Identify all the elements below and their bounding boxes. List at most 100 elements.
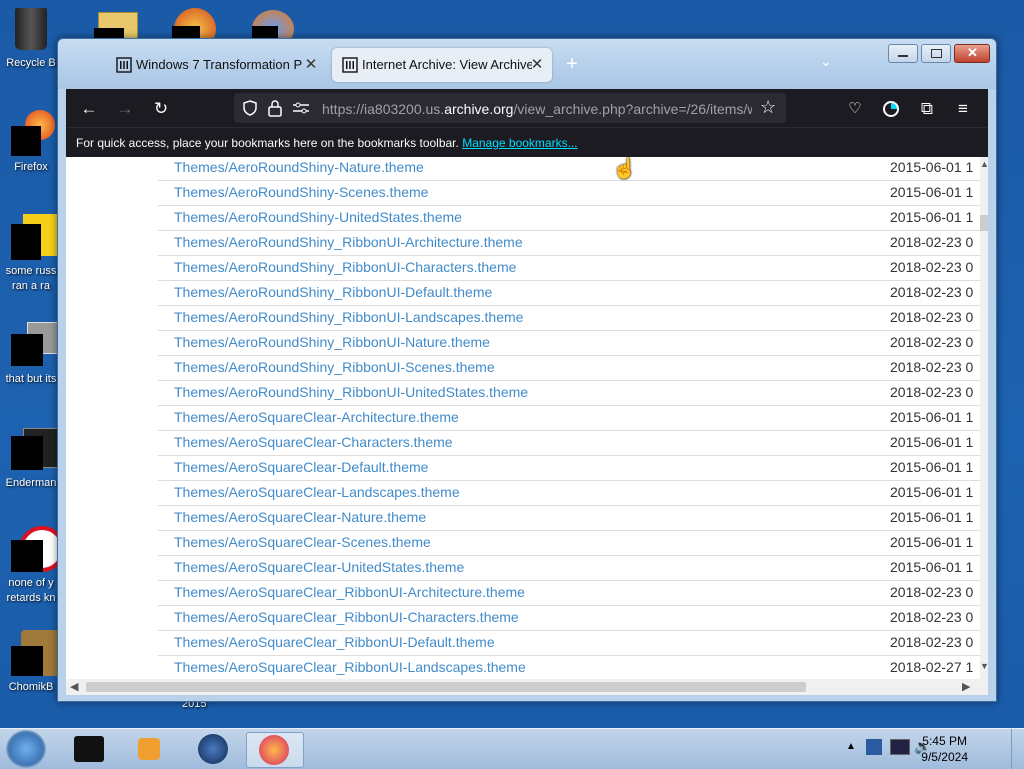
file-link[interactable]: Themes/AeroSquareClear_RibbonUI-Landscap… [174, 659, 526, 675]
file-link[interactable]: Themes/AeroRoundShiny_RibbonUI-Scenes.th… [174, 359, 495, 375]
scroll-right-icon[interactable]: ▶ [962, 680, 970, 693]
file-date: 2015-06-01 1 [890, 534, 974, 550]
table-row: Themes/AeroSquareClear-UnitedStates.them… [158, 555, 980, 581]
desktop-icon-label: Recycle B [6, 57, 56, 69]
windows-stack-icon[interactable]: that but its [0, 322, 65, 387]
file-link[interactable]: Themes/AeroRoundShiny-Scenes.theme [174, 184, 428, 200]
firefox-desktop-icon[interactable]: Firefox [0, 110, 62, 175]
tab-label: Windows 7 Transformation Pack [136, 57, 302, 72]
lock-icon[interactable] [268, 99, 282, 117]
scroll-left-icon[interactable]: ◀ [70, 680, 78, 693]
new-tab-button[interactable]: + [566, 53, 578, 76]
globe-icon[interactable] [186, 732, 242, 766]
taskbar-app-icon[interactable] [64, 732, 120, 766]
table-row: Themes/AeroSquareClear_RibbonUI-Architec… [158, 580, 980, 606]
close-tab-icon[interactable]: ✕ [302, 55, 320, 73]
file-link[interactable]: Themes/AeroRoundShiny_RibbonUI-Landscape… [174, 309, 523, 325]
desktop-icon-label: Enderman [5, 477, 57, 489]
file-link[interactable]: Themes/AeroRoundShiny_RibbonUI-Architect… [174, 234, 523, 250]
file-link[interactable]: Themes/AeroRoundShiny-UnitedStates.theme [174, 209, 462, 225]
menu-icon[interactable]: ≡ [952, 98, 974, 120]
table-row: Themes/AeroRoundShiny-UnitedStates.theme… [158, 205, 980, 231]
pocket-icon[interactable]: ♡ [844, 98, 866, 120]
file-date: 2018-02-23 0 [890, 609, 974, 625]
file-link[interactable]: Themes/AeroSquareClear-Default.theme [174, 459, 428, 475]
display-icon[interactable] [890, 739, 910, 755]
file-link[interactable]: Themes/AeroSquareClear-UnitedStates.them… [174, 559, 464, 575]
system-clock[interactable]: 5:45 PM 9/5/2024 [921, 733, 968, 765]
file-link[interactable]: Themes/AeroRoundShiny_RibbonUI-Character… [174, 259, 516, 275]
show-desktop-button[interactable] [1011, 729, 1024, 769]
table-row: Themes/AeroSquareClear-Characters.theme 2… [158, 430, 980, 456]
internet-archive-icon [342, 57, 358, 73]
close-window-button[interactable]: ✕ [954, 44, 990, 63]
extensions-icon[interactable]: ⧉ [916, 98, 938, 120]
file-link[interactable]: Themes/AeroRoundShiny_RibbonUI-Nature.th… [174, 334, 490, 350]
tab-windows7-transformation[interactable]: Windows 7 Transformation Pack ✕ [106, 48, 322, 82]
list-all-tabs-icon[interactable]: ⌄ [820, 53, 832, 70]
table-row: Themes/AeroSquareClear_RibbonUI-Landscap… [158, 655, 980, 679]
scroll-down-icon[interactable]: ▼ [980, 661, 989, 671]
maximize-button[interactable] [921, 44, 951, 63]
permissions-icon[interactable] [292, 101, 310, 115]
close-tab-icon[interactable]: ✕ [528, 55, 546, 73]
file-link[interactable]: Themes/AeroSquareClear_RibbonUI-Default.… [174, 634, 495, 650]
table-row: Themes/AeroRoundShiny_RibbonUI-Architect… [158, 230, 980, 256]
table-row: Themes/AeroRoundShiny-Scenes.theme 2015-0… [158, 180, 980, 206]
desktop-icon-label: some russ [5, 265, 57, 277]
desktop-icon-label: retards kn [6, 592, 56, 604]
account-icon[interactable] [880, 98, 902, 120]
forward-arrow-icon[interactable]: → [114, 98, 136, 120]
horizontal-scrollbar[interactable]: ◀ ▶ [66, 679, 988, 695]
table-row: Themes/AeroRoundShiny_RibbonUI-Landscape… [158, 305, 980, 331]
file-link[interactable]: Themes/AeroRoundShiny_RibbonUI-UnitedSta… [174, 384, 528, 400]
bookmarks-hint: For quick access, place your bookmarks h… [76, 136, 459, 150]
table-row: Themes/AeroSquareClear-Landscapes.theme 2… [158, 480, 980, 506]
file-link[interactable]: Themes/AeroSquareClear-Architecture.them… [174, 409, 459, 425]
start-button[interactable] [6, 730, 46, 768]
chomikbox-icon[interactable]: ChomikB [0, 630, 67, 695]
table-row: Themes/AeroRoundShiny_RibbonUI-Character… [158, 255, 980, 281]
horizontal-scroll-thumb[interactable] [86, 682, 806, 692]
vertical-scrollbar[interactable]: ▲ ▼ [980, 157, 989, 679]
clock-time: 5:45 PM [922, 734, 967, 748]
table-row: Themes/AeroRoundShiny_RibbonUI-Scenes.th… [158, 355, 980, 381]
file-link[interactable]: Themes/AeroRoundShiny_RibbonUI-Default.t… [174, 284, 492, 300]
terminal-icon[interactable]: Enderman [0, 426, 69, 491]
table-row: Themes/AeroSquareClear-Default.theme 2015… [158, 455, 980, 481]
url-text[interactable]: https://ia803200.us.archive.org/view_arc… [322, 101, 752, 117]
desktop-icon-label: Firefox [14, 161, 48, 173]
recycle-bin-icon[interactable]: Recycle B [0, 6, 62, 71]
opera-icon[interactable]: none of y retards kn [0, 526, 65, 606]
file-link[interactable]: Themes/AeroSquareClear-Scenes.theme [174, 534, 431, 550]
back-arrow-icon[interactable]: ← [78, 98, 100, 120]
desktop-icon-label: none of y [8, 577, 54, 589]
url-prefix: https://ia803200.us. [322, 101, 445, 117]
document-icon[interactable]: some russ ran a ra [0, 214, 65, 294]
file-link[interactable]: Themes/AeroSquareClear-Nature.theme [174, 509, 426, 525]
minimize-button[interactable] [888, 44, 918, 63]
file-date: 2015-06-01 1 [890, 509, 974, 525]
file-date: 2018-02-23 0 [890, 334, 974, 350]
url-path: /view_archive.php?archive=/26/items/w [513, 101, 752, 117]
reload-icon[interactable]: ↻ [150, 98, 172, 120]
file-link[interactable]: Themes/AeroSquareClear_RibbonUI-Architec… [174, 584, 525, 600]
file-link[interactable]: Themes/AeroSquareClear_RibbonUI-Characte… [174, 609, 519, 625]
tab-internet-archive[interactable]: Internet Archive: View Archive ✕ [332, 48, 552, 82]
file-link[interactable]: Themes/AeroSquareClear-Landscapes.theme [174, 484, 460, 500]
network-icon[interactable] [866, 739, 882, 755]
file-link[interactable]: Themes/AeroSquareClear-Characters.theme [174, 434, 453, 450]
show-hidden-icons[interactable]: ▲ [846, 741, 856, 752]
table-row: Themes/AeroRoundShiny_RibbonUI-Nature.th… [158, 330, 980, 356]
url-bar[interactable]: https://ia803200.us.archive.org/view_arc… [234, 93, 786, 123]
file-link[interactable]: Themes/AeroRoundShiny-Nature.theme [174, 159, 424, 175]
shield-icon[interactable] [242, 100, 258, 116]
file-date: 2015-06-01 1 [890, 184, 974, 200]
media-player-icon[interactable] [122, 732, 178, 766]
bookmark-star-icon[interactable]: ☆ [760, 97, 776, 118]
scroll-up-icon[interactable]: ▲ [980, 159, 989, 169]
vertical-scroll-thumb[interactable] [980, 215, 988, 231]
manage-bookmarks-link[interactable]: Manage bookmarks... [462, 136, 577, 150]
firefox-taskbar-button[interactable] [246, 732, 304, 768]
table-row: Themes/AeroSquareClear-Scenes.theme 2015-… [158, 530, 980, 556]
